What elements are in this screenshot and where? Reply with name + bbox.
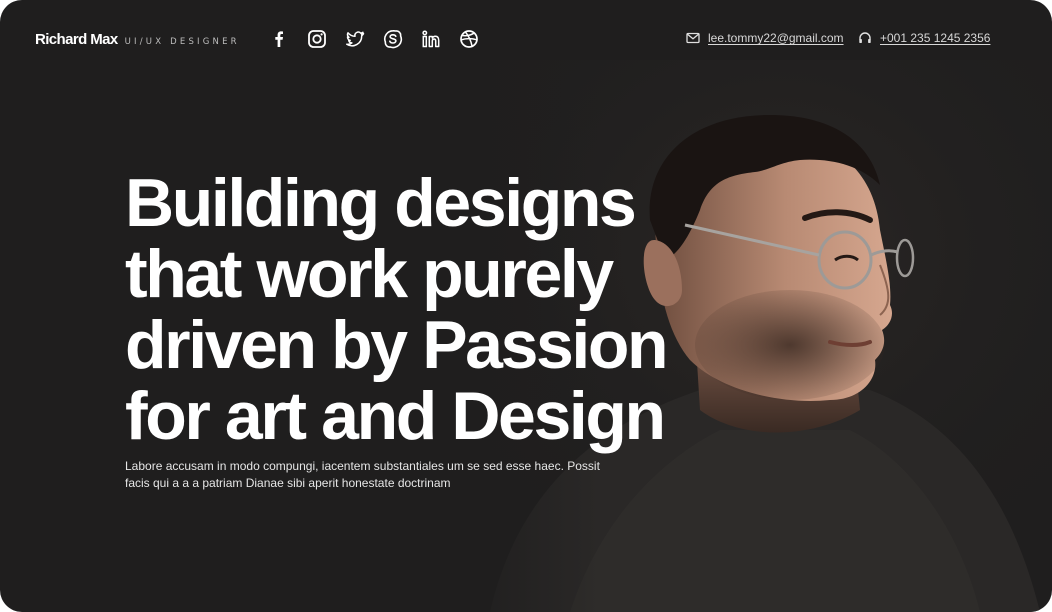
- headset-icon: [859, 32, 871, 43]
- email-link[interactable]: lee.tommy22@gmail.com: [708, 31, 844, 45]
- hero-title-line: that work purely: [125, 236, 614, 312]
- skype-icon[interactable]: [383, 29, 403, 49]
- brand-role: UI/UX DESIGNER: [124, 37, 240, 47]
- hero-title-line: for art and Design: [125, 378, 666, 454]
- site-header: Richard Max UI/UX DESIGNER lee.tommy22@g…: [0, 0, 1052, 80]
- social-links: [269, 29, 479, 49]
- hero-subtitle: Labore accusam in modo compungi, iacente…: [125, 459, 600, 490]
- dribbble-icon[interactable]: [459, 29, 479, 49]
- landing-page: Richard Max UI/UX DESIGNER lee.tommy22@g…: [0, 0, 1052, 612]
- hero-title: Building designs that work purely driven…: [125, 168, 685, 452]
- twitter-icon[interactable]: [345, 29, 365, 49]
- hero-title-line: Building designs: [125, 165, 637, 241]
- brand: Richard Max UI/UX DESIGNER: [35, 31, 240, 48]
- phone-link[interactable]: +001 235 1245 2356: [880, 31, 990, 45]
- instagram-icon[interactable]: [307, 29, 327, 49]
- linkedin-icon[interactable]: [421, 29, 441, 49]
- facebook-icon[interactable]: [269, 29, 289, 49]
- mail-icon: [686, 32, 700, 44]
- email-contact: lee.tommy22@gmail.com: [686, 31, 844, 45]
- hero-title-line: driven by Passion: [125, 307, 669, 383]
- brand-name[interactable]: Richard Max: [35, 31, 118, 48]
- phone-contact: +001 235 1245 2356: [858, 31, 990, 45]
